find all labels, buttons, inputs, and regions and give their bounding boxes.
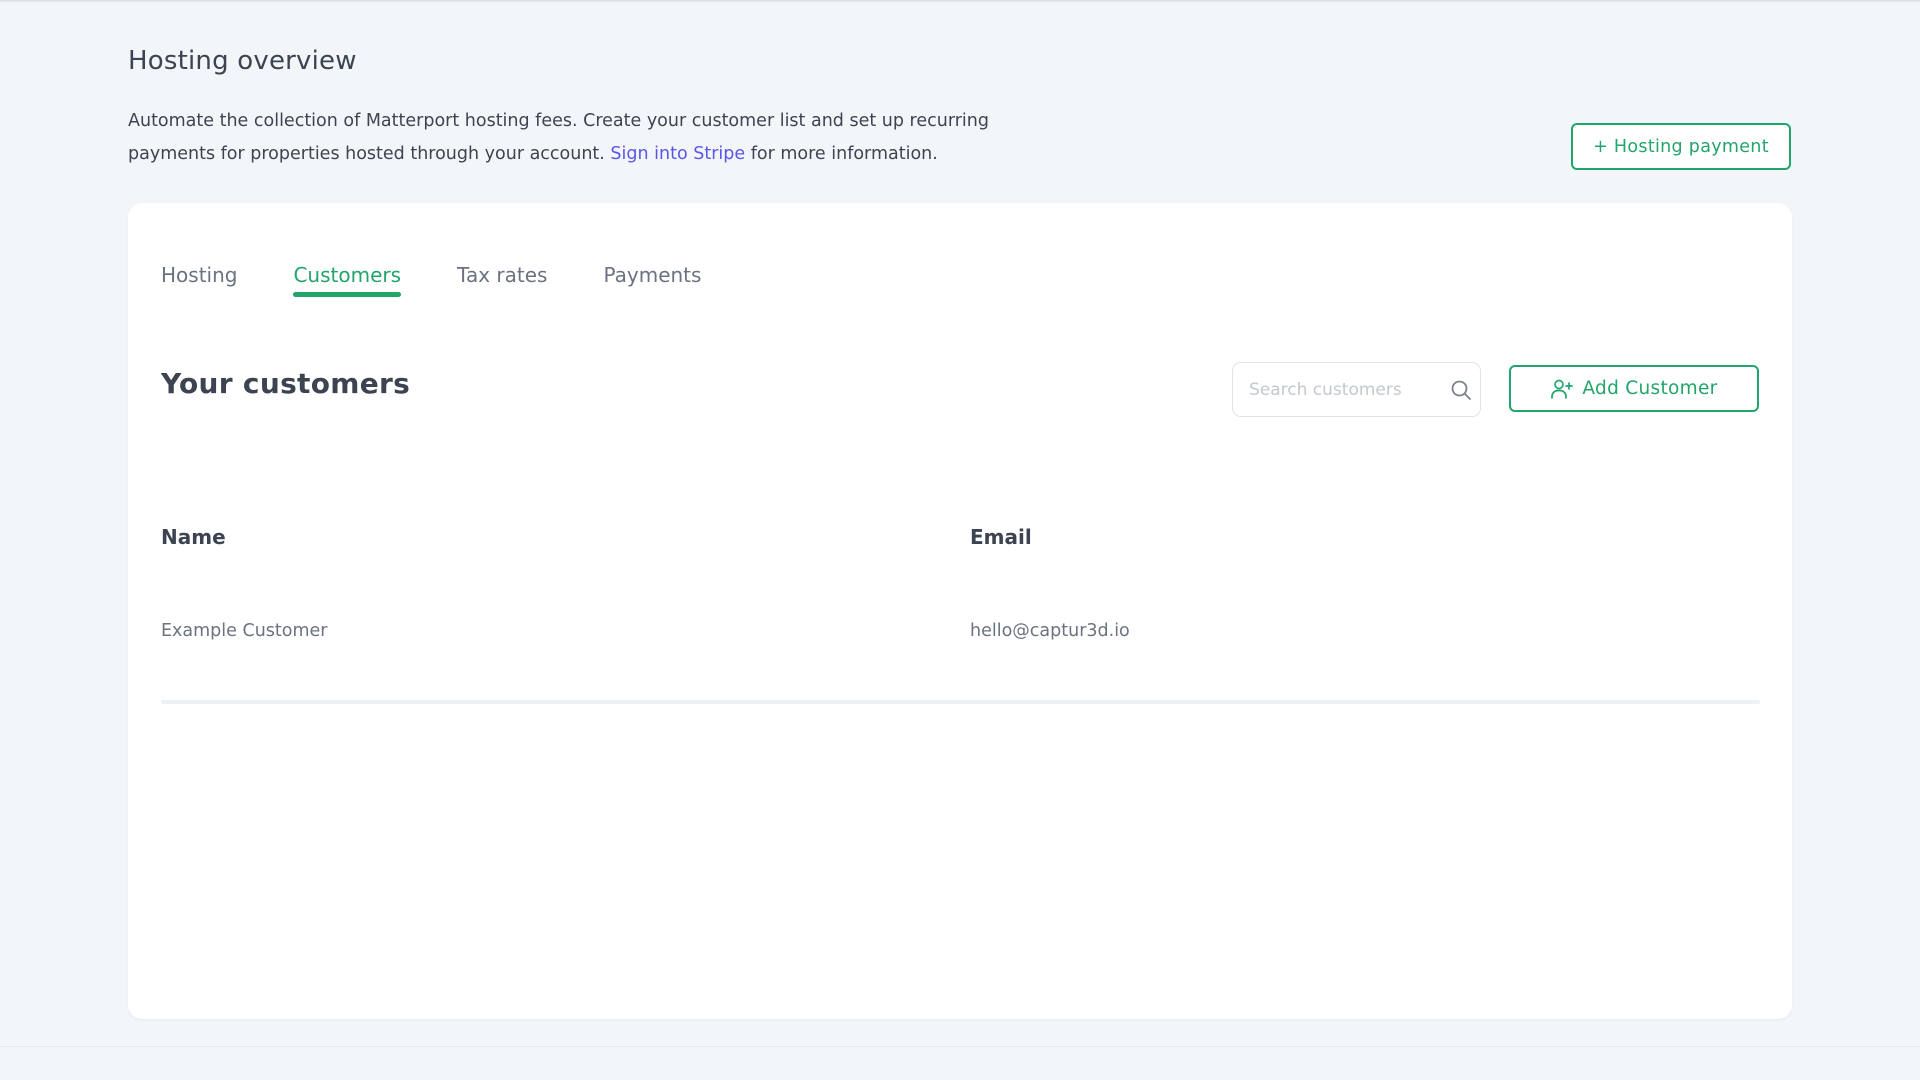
add-customer-label: Add Customer bbox=[1582, 378, 1718, 399]
customers-card: Hosting Customers Tax rates Payments You… bbox=[128, 203, 1792, 1019]
tab-hosting[interactable]: Hosting bbox=[161, 263, 237, 297]
search-input[interactable] bbox=[1233, 363, 1433, 416]
page-title: Hosting overview bbox=[128, 46, 357, 76]
user-plus-icon bbox=[1551, 379, 1574, 399]
tab-customers[interactable]: Customers bbox=[293, 263, 401, 297]
column-header-email: Email bbox=[970, 525, 1032, 549]
row-divider bbox=[161, 700, 1760, 704]
column-header-name: Name bbox=[161, 525, 226, 549]
top-shadow bbox=[0, 0, 1920, 3]
footer-divider bbox=[0, 1046, 1920, 1047]
add-customer-button[interactable]: Add Customer bbox=[1509, 365, 1759, 412]
sign-into-stripe-link[interactable]: Sign into Stripe bbox=[610, 144, 745, 164]
search-box bbox=[1232, 362, 1481, 417]
hosting-payment-button[interactable]: + Hosting payment bbox=[1571, 123, 1791, 170]
customer-email-cell: hello@captur3d.io bbox=[970, 621, 1130, 641]
tab-bar: Hosting Customers Tax rates Payments bbox=[161, 263, 757, 297]
tab-payments[interactable]: Payments bbox=[603, 263, 701, 297]
intro-text-end: for more information. bbox=[745, 144, 938, 164]
section-title: Your customers bbox=[161, 367, 411, 400]
search-icon[interactable] bbox=[1450, 379, 1472, 401]
tab-tax-rates[interactable]: Tax rates bbox=[457, 263, 547, 297]
customer-name-cell: Example Customer bbox=[161, 621, 328, 641]
intro-text: Automate the collection of Matterport ho… bbox=[128, 105, 1048, 171]
